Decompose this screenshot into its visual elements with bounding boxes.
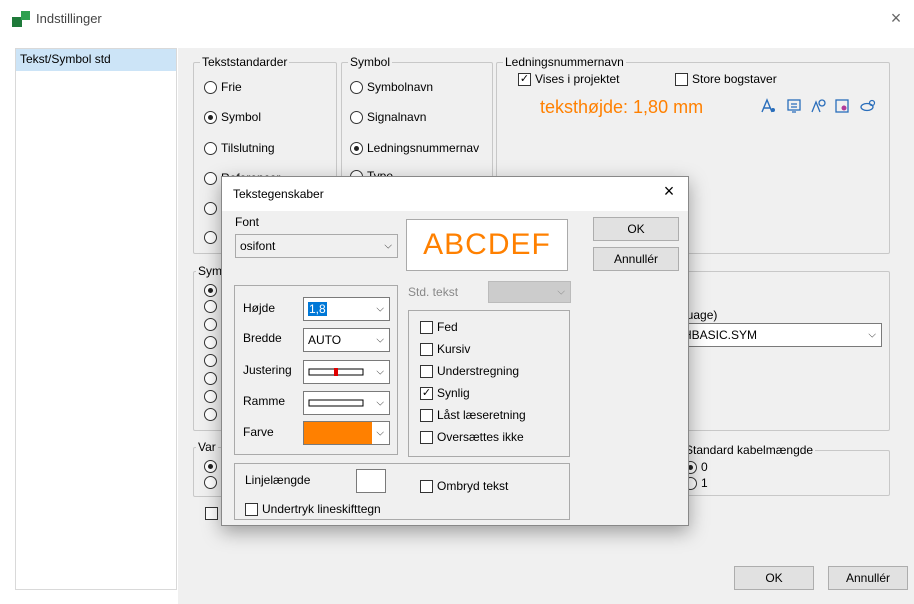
sym-radio-6[interactable] — [204, 372, 217, 385]
justering-select[interactable]: ⌵ — [303, 360, 390, 384]
text-height-label: teksthøjde: 1,80 mm — [540, 97, 704, 117]
symbol-label: Symbol — [348, 55, 393, 69]
chevron-down-icon: ⌵ — [376, 334, 384, 346]
chevron-down-icon: ⌵ — [376, 303, 384, 315]
ledningsnummernavn-label: Ledningsnummernavn — [503, 55, 626, 69]
lower-checkbox[interactable] — [205, 507, 218, 520]
farve-label: Farve — [243, 425, 274, 439]
chevron-down-icon: ⌵ — [376, 427, 384, 439]
ombryd-tekst-checkbox[interactable]: Ombryd tekst — [420, 479, 508, 493]
language-group — [660, 271, 890, 431]
hojde-select[interactable]: 1,8 ⌵ — [303, 297, 390, 321]
font-select[interactable]: osifont ⌵ — [235, 234, 398, 258]
chevron-down-icon: ⌵ — [868, 329, 876, 341]
ok-button[interactable]: OK — [734, 566, 814, 590]
font-preview: ABCDEF — [406, 219, 568, 271]
cancel-button[interactable]: Annullér — [828, 566, 908, 590]
synlig-checkbox[interactable]: ✓ Synlig — [420, 386, 470, 400]
symbol-file-select[interactable]: HBASIC.SYM ⌵ — [660, 323, 882, 347]
hojde-label: Højde — [243, 301, 276, 315]
var-radio-2[interactable] — [204, 476, 217, 489]
sidebar — [15, 48, 177, 590]
dialog-cancel-button[interactable]: Annullér — [593, 247, 679, 271]
radio-signalnavn[interactable]: Signalnavn — [350, 110, 426, 124]
app-icon — [12, 11, 30, 27]
var-group-label: Var — [196, 440, 218, 454]
title-bar — [0, 0, 914, 40]
sym-radio-5[interactable] — [204, 354, 217, 367]
sidebar-item-tekst-symbol[interactable]: Tekst/Symbol std — [16, 49, 176, 71]
linjelaengde-label: Linjelængde — [245, 473, 311, 487]
undertryk-lineskifttegn-checkbox[interactable]: Undertryk lineskifttegn — [245, 502, 381, 516]
check-icon: ✓ — [518, 72, 531, 86]
window-title: Indstillinger — [36, 11, 102, 26]
sym-radio-8[interactable] — [204, 408, 217, 421]
linjelaengde-input[interactable] — [356, 469, 386, 493]
radio-ledningsnummernavn[interactable]: Ledningsnummernav — [350, 141, 491, 155]
oversaettes-ikke-checkbox[interactable]: Oversættes ikke — [420, 430, 524, 444]
check-icon: ✓ — [420, 386, 433, 400]
kursiv-checkbox[interactable]: Kursiv — [420, 342, 470, 356]
sym-radio-7[interactable] — [204, 390, 217, 403]
radio-symbolnavn[interactable]: Symbolnavn — [350, 80, 433, 94]
std-tekst-label: Std. tekst — [408, 285, 459, 299]
chevron-down-icon: ⌵ — [384, 240, 392, 252]
kabel-group: Standard kabelmængde — [680, 443, 890, 496]
chevron-down-icon: ⌵ — [376, 366, 384, 378]
chevron-down-icon: ⌵ — [557, 286, 565, 298]
text-style-icon[interactable] — [760, 98, 776, 114]
justering-label: Justering — [243, 363, 292, 377]
dialog-close-button[interactable]: × — [658, 181, 680, 202]
vises-i-projektet-checkbox[interactable]: ✓ Vises i projektet — [518, 72, 620, 86]
store-bogstaver-checkbox[interactable]: Store bogstaver — [675, 72, 777, 86]
ramme-select[interactable]: ⌵ — [303, 391, 390, 415]
var-radio-1[interactable] — [204, 460, 217, 473]
sym-radio-3[interactable] — [204, 318, 217, 331]
std-tekst-select[interactable]: ⌵ — [488, 281, 571, 303]
sym-radio-2[interactable] — [204, 300, 217, 313]
farve-select[interactable]: ⌵ — [303, 421, 390, 445]
sym-radio-4[interactable] — [204, 336, 217, 349]
chevron-down-icon: ⌵ — [376, 397, 384, 409]
text-frame-icon[interactable] — [786, 98, 802, 114]
view-settings-icon[interactable] — [860, 98, 876, 114]
tekststandarder-label: Tekststandarder — [200, 55, 290, 69]
dialog-ok-button[interactable]: OK — [593, 217, 679, 241]
window-close-button[interactable]: × — [886, 8, 906, 29]
sym-group-label: Sym — [196, 264, 224, 278]
color-swatch — [304, 422, 372, 444]
ramme-label: Ramme — [243, 394, 286, 408]
sym-radio-1[interactable] — [204, 284, 217, 297]
understregning-checkbox[interactable]: Understregning — [420, 364, 519, 378]
fed-checkbox[interactable]: Fed — [420, 320, 458, 334]
radio-frie[interactable]: Frie — [204, 80, 242, 94]
radio-tilslutning[interactable]: Tilslutning — [204, 141, 275, 155]
bredde-select[interactable]: AUTO ⌵ — [303, 328, 390, 352]
tekstegenskaber-dialog: Tekstegenskaber × Font osifont ⌵ ABCDEF O… — [221, 176, 689, 526]
justering-icon — [308, 368, 364, 376]
frame-style-icon — [308, 399, 364, 407]
last-laeseretning-checkbox[interactable]: Låst læseretning — [420, 408, 526, 422]
text-settings-icon[interactable] — [810, 98, 826, 114]
kabel-label: Standard kabelmængde — [683, 443, 816, 457]
symbol-settings-icon[interactable] — [834, 98, 850, 114]
font-label: Font — [235, 215, 260, 229]
bredde-label: Bredde — [243, 331, 282, 345]
dialog-title: Tekstegenskaber — [233, 187, 324, 201]
radio-symbol[interactable]: Symbol — [204, 110, 261, 124]
